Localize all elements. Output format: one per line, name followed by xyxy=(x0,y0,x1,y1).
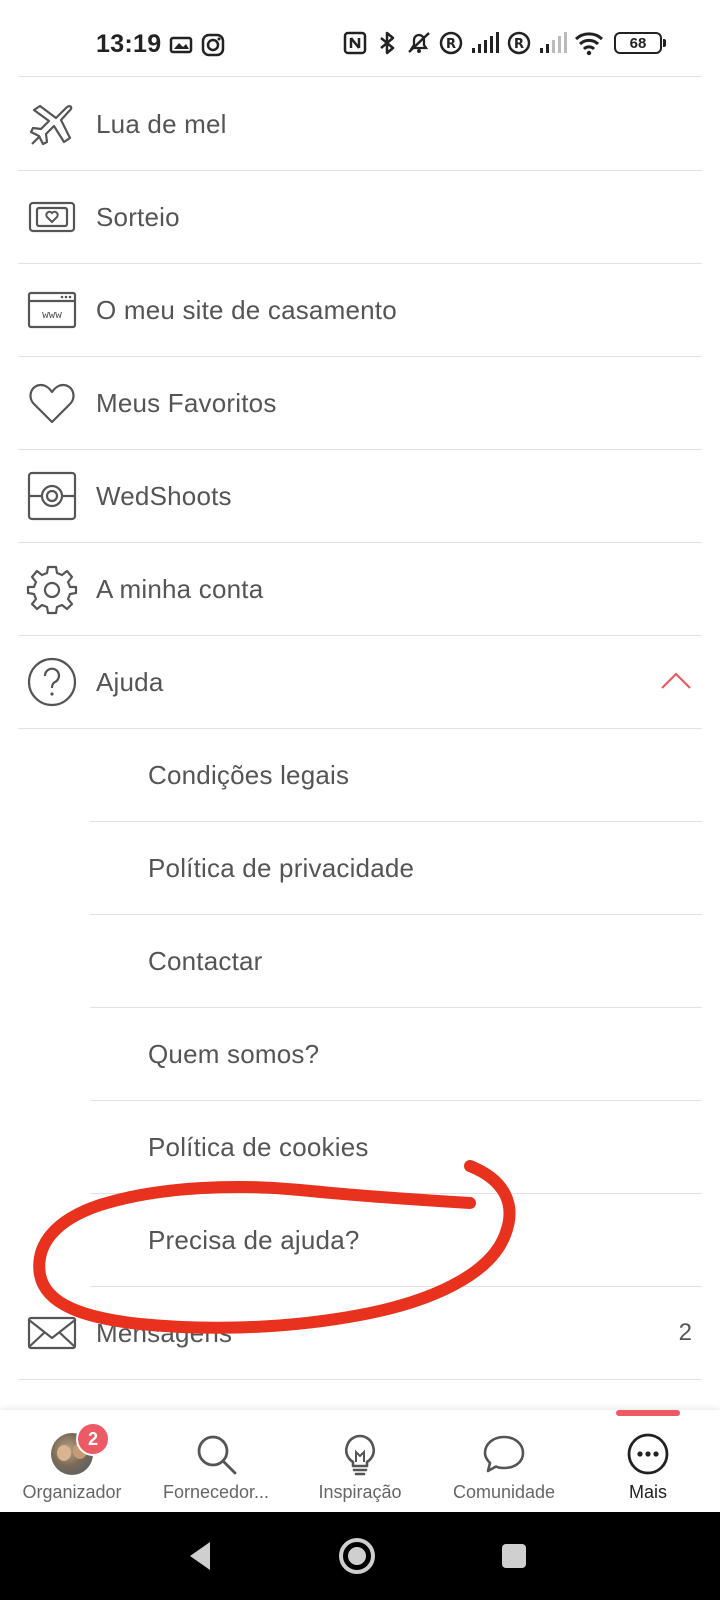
menu-item-label: A minha conta xyxy=(96,573,264,604)
airplane-icon xyxy=(26,98,78,150)
notification-badge: 2 xyxy=(76,1422,110,1456)
submenu-item-quem-somos[interactable]: Quem somos? xyxy=(90,1008,702,1101)
menu-item-label: Meus Favoritos xyxy=(96,387,277,418)
tab-organizador[interactable]: 2 Organizador xyxy=(0,1410,144,1512)
menu-item-wedshoots[interactable]: WedShoots xyxy=(18,450,702,543)
wifi-icon xyxy=(574,32,604,56)
status-right-icons: R R 68 xyxy=(342,30,666,56)
menu-item-favoritos[interactable]: Meus Favoritos xyxy=(18,357,702,450)
menu-item-label: Mensagens xyxy=(96,1317,233,1348)
submenu-item-label: Política de privacidade xyxy=(148,852,415,883)
tab-label: Organizador xyxy=(22,1482,122,1502)
menu-item-site-casamento[interactable]: www O meu site de casamento xyxy=(18,264,702,357)
menu-top-divider xyxy=(18,76,702,77)
submenu-item-precisa-ajuda[interactable]: Precisa de ajuda? xyxy=(90,1194,702,1287)
signal-icon xyxy=(472,32,499,53)
submenu-item-label: Precisa de ajuda? xyxy=(148,1224,360,1255)
submenu-item-label: Condições legais xyxy=(148,759,350,790)
search-icon xyxy=(194,1432,238,1476)
submenu-item-label: Quem somos? xyxy=(148,1038,320,1069)
bottom-tab-bar: 2 Organizador Fornecedor... Inspiração C… xyxy=(0,1410,720,1512)
svg-text:www: www xyxy=(42,308,62,321)
home-icon[interactable] xyxy=(335,1534,379,1578)
submenu-item-contactar[interactable]: Contactar xyxy=(90,915,702,1008)
menu-item-label: Lua de mel xyxy=(96,108,227,139)
roaming-icon: R xyxy=(507,31,531,55)
recents-icon[interactable] xyxy=(492,1534,536,1578)
chat-bubble-icon xyxy=(482,1432,526,1476)
battery-icon: 68 xyxy=(614,32,666,54)
menu-item-label: Ajuda xyxy=(96,666,164,697)
mail-icon xyxy=(26,1307,78,1359)
messages-count: 2 xyxy=(678,1319,692,1346)
instagram-icon xyxy=(201,33,225,57)
tab-label: Comunidade xyxy=(452,1482,556,1502)
menu-item-label: O meu site de casamento xyxy=(96,294,397,325)
battery-level: 68 xyxy=(629,34,647,52)
submenu-item-politica-privacidade[interactable]: Política de privacidade xyxy=(90,822,702,915)
status-bar: 13:19 R R 68 xyxy=(0,0,720,72)
signal-icon xyxy=(540,32,567,53)
menu-item-minha-conta[interactable]: A minha conta xyxy=(18,543,702,636)
menu-item-label: WedShoots xyxy=(96,480,232,511)
menu-item-sorteio[interactable]: Sorteio xyxy=(18,171,702,264)
nfc-icon xyxy=(343,31,367,55)
menu-item-mensagens[interactable]: Mensagens 2 xyxy=(18,1287,702,1380)
submenu-item-condicoes-legais[interactable]: Condições legais xyxy=(90,729,702,822)
tab-label: Inspiração xyxy=(318,1482,402,1502)
back-icon[interactable] xyxy=(178,1534,222,1578)
submenu-item-label: Política de cookies xyxy=(148,1131,369,1162)
roaming-icon: R xyxy=(439,31,463,55)
chevron-up-icon[interactable] xyxy=(660,666,692,698)
tab-inspiracao[interactable]: Inspiração xyxy=(288,1410,432,1512)
submenu-item-politica-cookies[interactable]: Política de cookies xyxy=(90,1101,702,1194)
gear-icon xyxy=(26,563,78,615)
tab-mais[interactable]: Mais xyxy=(576,1410,720,1512)
tab-fornecedores[interactable]: Fornecedor... xyxy=(144,1410,288,1512)
lightbulb-icon xyxy=(338,1432,382,1476)
bluetooth-icon xyxy=(380,31,395,55)
tab-label: Fornecedor... xyxy=(162,1482,270,1502)
menu-item-label: Sorteio xyxy=(96,201,180,232)
system-navigation-bar xyxy=(0,1512,720,1600)
ticket-icon xyxy=(26,191,78,243)
notification-image-icon xyxy=(169,36,193,54)
svg-text:R: R xyxy=(446,37,456,52)
svg-text:R: R xyxy=(514,37,524,52)
camera-icon xyxy=(26,470,78,522)
more-icon xyxy=(626,1432,670,1476)
menu-item-ajuda[interactable]: Ajuda xyxy=(18,636,702,729)
menu-item-lua-de-mel[interactable]: Lua de mel xyxy=(18,78,702,171)
status-left-icons xyxy=(168,32,226,58)
submenu-item-label: Contactar xyxy=(148,945,263,976)
avatar: 2 xyxy=(50,1422,110,1476)
help-icon xyxy=(26,656,78,708)
mute-icon xyxy=(408,32,430,53)
tab-label: Mais xyxy=(628,1482,667,1502)
website-icon: www xyxy=(26,284,78,336)
heart-icon xyxy=(26,377,78,429)
status-time: 13:19 xyxy=(96,30,162,58)
tab-comunidade[interactable]: Comunidade xyxy=(432,1410,576,1512)
active-tab-indicator xyxy=(616,1410,680,1416)
